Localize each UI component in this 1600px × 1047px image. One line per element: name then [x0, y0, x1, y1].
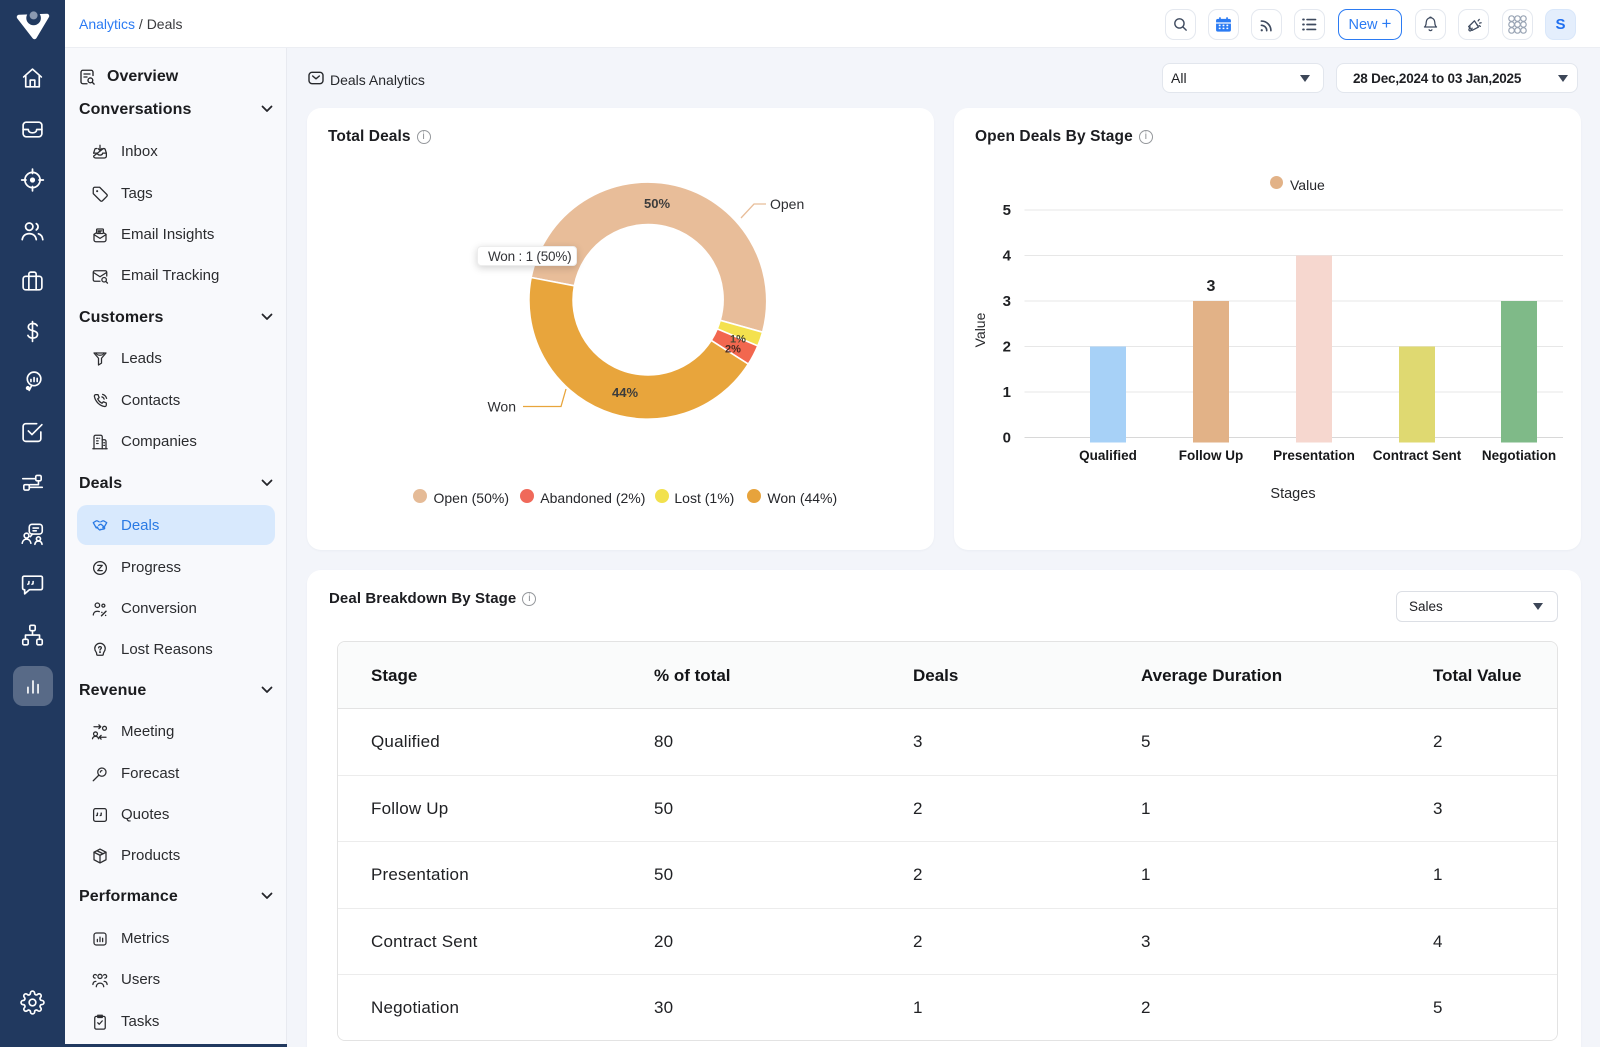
svg-text:5: 5	[1003, 202, 1011, 219]
svg-text:1: 1	[1003, 384, 1011, 401]
svg-text:50%: 50%	[644, 196, 670, 211]
svg-text:3: 3	[1207, 278, 1216, 295]
svg-text:Contract Sent: Contract Sent	[1373, 448, 1462, 463]
svg-text:Won: Won	[487, 399, 516, 415]
svg-text:44%: 44%	[612, 385, 638, 400]
svg-text:Value: Value	[972, 312, 988, 347]
svg-text:Qualified: Qualified	[1079, 448, 1137, 463]
svg-text:Stages: Stages	[1270, 486, 1315, 502]
svg-text:2%: 2%	[725, 344, 741, 356]
svg-text:Open: Open	[770, 196, 804, 212]
svg-text:2: 2	[1003, 339, 1011, 356]
svg-text:3: 3	[1003, 293, 1011, 310]
svg-text:Presentation: Presentation	[1273, 448, 1355, 463]
svg-text:Follow Up: Follow Up	[1179, 448, 1244, 463]
svg-text:Negotiation: Negotiation	[1482, 448, 1556, 463]
svg-text:4: 4	[1003, 248, 1012, 265]
svg-text:0: 0	[1003, 430, 1011, 447]
